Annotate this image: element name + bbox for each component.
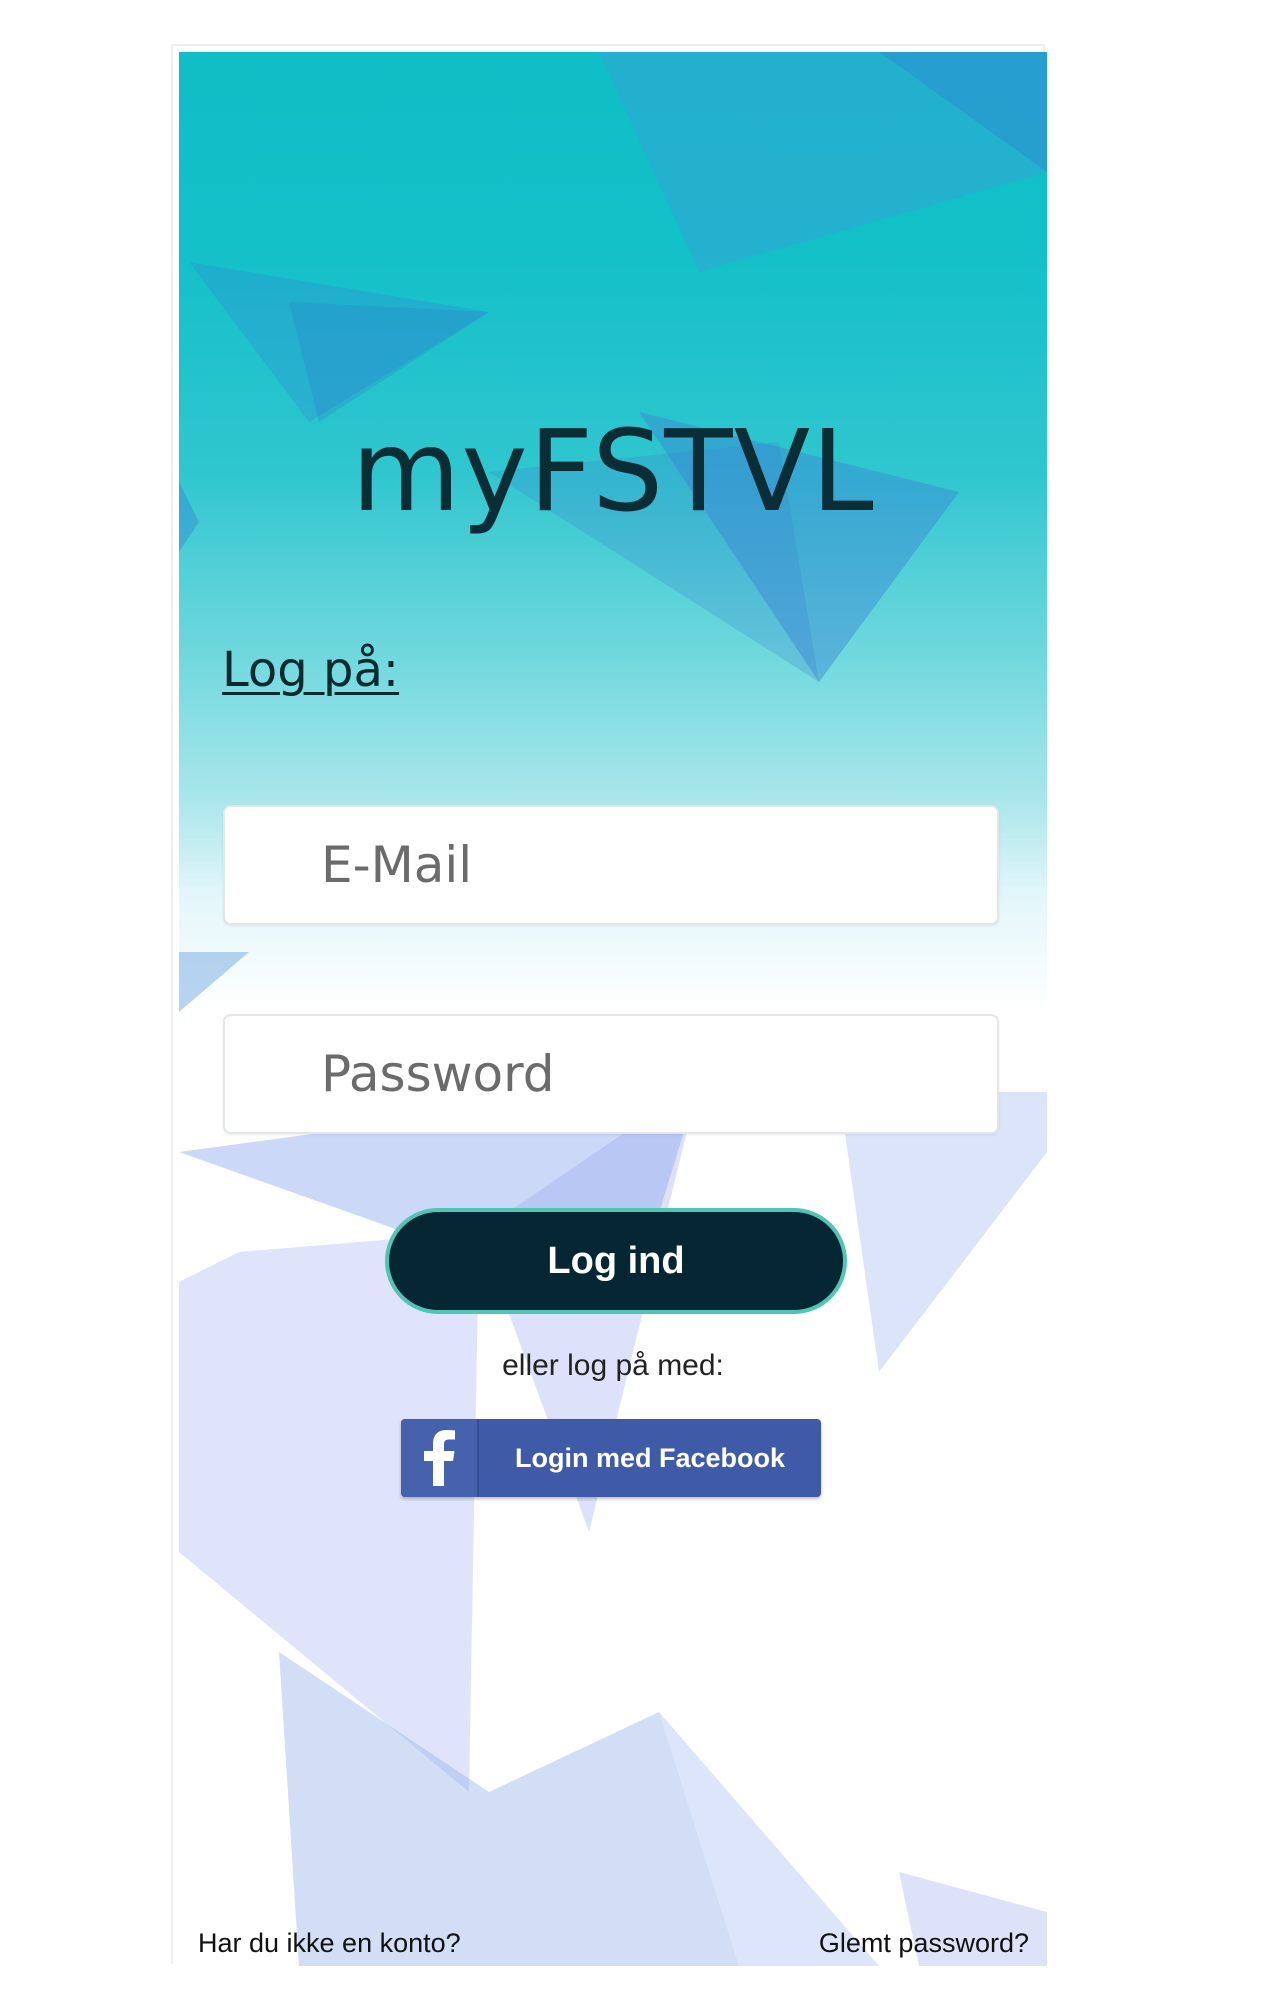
facebook-icon-box — [401, 1419, 479, 1497]
facebook-login-label: Login med Facebook — [514, 1442, 786, 1473]
forgot-password-link[interactable]: Glemt password? — [819, 1928, 1029, 1959]
alternative-login-text: eller log på med: — [502, 1349, 724, 1382]
email-field-container — [223, 805, 999, 925]
app-frame: myFSTVL Log på: Log ind eller log på med… — [171, 44, 1047, 1966]
password-input[interactable] — [225, 1016, 997, 1132]
password-field-container — [223, 1014, 999, 1134]
page-background: myFSTVL Log på: Log ind eller log på med… — [0, 0, 1264, 1989]
facebook-icon — [424, 1430, 455, 1486]
facebook-login-button[interactable]: Login med Facebook — [401, 1419, 821, 1497]
log-in-button[interactable]: Log ind — [385, 1208, 847, 1314]
sign-up-link[interactable]: Har du ikke en konto? — [198, 1928, 461, 1959]
login-screen: myFSTVL Log på: Log ind eller log på med… — [179, 52, 1047, 1966]
email-input[interactable] — [225, 807, 997, 923]
login-heading: Log på: — [222, 642, 400, 698]
app-title: myFSTVL — [351, 407, 875, 537]
background-polygons — [179, 52, 1047, 1966]
